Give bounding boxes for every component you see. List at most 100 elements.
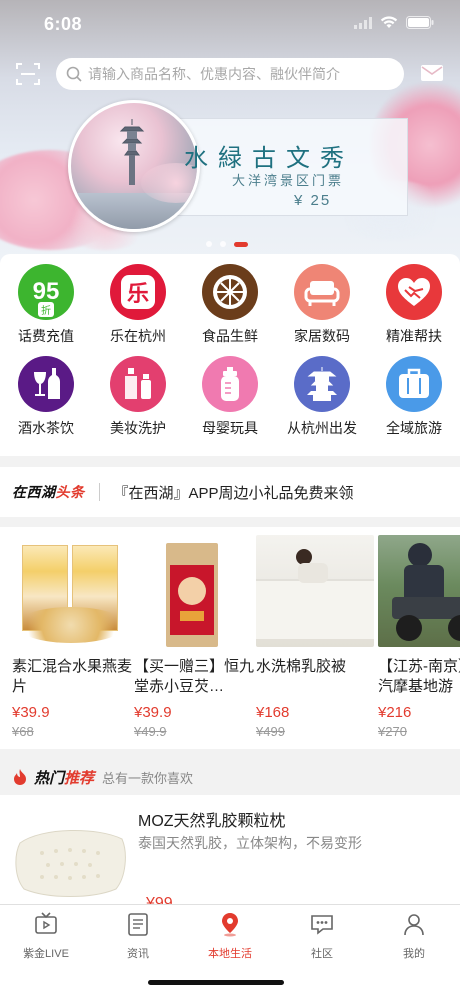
- tab-mine[interactable]: 我的: [368, 911, 460, 961]
- home-indicator[interactable]: [148, 980, 284, 985]
- tab-label: 资讯: [127, 948, 149, 960]
- baby-bottle-icon: [202, 356, 258, 412]
- tab-community[interactable]: 社区: [276, 911, 368, 961]
- product-price: ¥39.9: [12, 704, 50, 721]
- wine-icon: [18, 356, 74, 412]
- product-name: 【买一赠三】恒九堂赤小豆芡…: [134, 658, 254, 695]
- hot-recommend-title: 热门推荐: [34, 769, 95, 787]
- category-global-travel[interactable]: 全域旅游: [368, 356, 460, 438]
- banner-ticket: 水緑古文秀 大洋湾景区门票 ¥ 25: [68, 100, 412, 232]
- banner-title: 水緑古文秀: [184, 144, 354, 172]
- product-card[interactable]: 水洗棉乳胶被 ¥168 ¥499: [256, 535, 376, 739]
- tab-label: 本地生活: [208, 948, 252, 960]
- banner-subtitle: 大洋湾景区门票: [232, 173, 345, 188]
- category-label: 食品生鲜: [202, 328, 258, 344]
- headline-logo: 在西湖头条: [12, 484, 85, 500]
- product-original-price: ¥270: [378, 724, 407, 739]
- hot-recommend-header: 热门推荐 总有一款你喜欢: [0, 759, 460, 795]
- product-name: 水洗棉乳胶被: [256, 658, 347, 675]
- product-name: 【江苏-南京】山汽摩基地游: [378, 658, 460, 695]
- product-price: ¥39.9: [134, 704, 172, 721]
- product-card[interactable]: 【江苏-南京】山汽摩基地游 ¥216 ¥270: [378, 535, 460, 739]
- tab-label: 紫金LIVE: [23, 948, 69, 960]
- category-cosmetics[interactable]: 美妆洗护: [92, 356, 184, 438]
- carousel-dot[interactable]: [206, 241, 212, 247]
- recommend-description: 泰国天然乳胶，立体架构，不易变形: [138, 835, 362, 851]
- category-baby-toys[interactable]: 母婴玩具: [184, 356, 276, 438]
- status-time: 6:08: [44, 14, 83, 34]
- category-precision-aid[interactable]: 精准帮扶: [368, 264, 460, 346]
- product-carousel: 素汇混合水果燕麦片 ¥39.9 ¥68 【买一赠三】恒九堂赤小豆芡… ¥39.9…: [0, 527, 460, 749]
- tab-zijin-live[interactable]: 紫金LIVE: [0, 911, 92, 961]
- product-original-price: ¥49.9: [134, 724, 167, 739]
- wifi-icon: [380, 16, 398, 28]
- suitcase-icon: [386, 356, 442, 412]
- category-label: 话费充值: [18, 328, 74, 344]
- signal-icon: [354, 16, 372, 29]
- carousel-dot[interactable]: [220, 241, 226, 247]
- battery-icon: [406, 16, 434, 29]
- banner-price: ¥ 25: [294, 192, 332, 209]
- category-label: 美妆洗护: [110, 420, 166, 436]
- handshake-icon: [386, 264, 442, 320]
- product-image-atv: [378, 535, 460, 647]
- scan-icon[interactable]: [14, 60, 42, 88]
- headline-text[interactable]: 『在西湖』APP周边小礼品免费来领: [114, 482, 354, 503]
- tab-label: 我的: [403, 948, 425, 960]
- search-icon: [66, 66, 82, 82]
- product-price: ¥216: [378, 704, 412, 721]
- cosmetics-icon: [110, 356, 166, 412]
- category-label: 全域旅游: [386, 420, 442, 436]
- divider: [98, 483, 100, 501]
- product-original-price: ¥499: [256, 724, 285, 739]
- news-list-icon: [128, 913, 148, 936]
- status-bar: 6:08: [0, 0, 460, 46]
- orange-slice-icon: [202, 264, 258, 320]
- le-icon: 乐: [110, 264, 166, 320]
- person-icon: [404, 914, 424, 936]
- category-label: 酒水茶饮: [18, 420, 74, 436]
- product-image-oatmeal: [12, 535, 130, 647]
- category-label: 精准帮扶: [386, 328, 442, 344]
- tv-icon: [35, 912, 57, 934]
- category-phone-recharge[interactable]: 95 折 话费充值: [0, 264, 92, 346]
- fire-icon: [14, 769, 26, 785]
- product-original-price: ¥68: [12, 724, 34, 739]
- category-label: 母婴玩具: [202, 420, 258, 436]
- category-label: 家居数码: [294, 328, 350, 344]
- product-image-tea-bag: [134, 535, 252, 647]
- discount-95-icon: 95 折: [18, 264, 74, 320]
- category-fresh-food[interactable]: 食品生鲜: [184, 264, 276, 346]
- search-placeholder: 请输入商品名称、优惠内容、融伙伴简介: [88, 66, 340, 82]
- product-name: 素汇混合水果燕麦片: [12, 658, 132, 695]
- pagoda-icon: [294, 356, 350, 412]
- product-card[interactable]: 【买一赠三】恒九堂赤小豆芡… ¥39.9 ¥49.9: [134, 535, 254, 739]
- recommend-title: MOZ天然乳胶颗粒枕: [138, 813, 286, 830]
- hot-recommend-subtitle: 总有一款你喜欢: [102, 770, 194, 786]
- category-drinks[interactable]: 酒水茶饮: [0, 356, 92, 438]
- category-home-digital[interactable]: 家居数码: [276, 264, 368, 346]
- category-from-hangzhou[interactable]: 从杭州出发: [276, 356, 368, 438]
- product-price: ¥168: [256, 704, 290, 721]
- category-label: 乐在杭州: [110, 328, 166, 344]
- tab-label: 社区: [311, 948, 333, 960]
- chat-bubble-icon: [311, 915, 333, 935]
- carousel-indicator: [206, 241, 248, 247]
- sofa-icon: [294, 264, 350, 320]
- scenery-photo: [68, 100, 200, 232]
- mail-icon[interactable]: [420, 63, 444, 83]
- hero-banner[interactable]: 6:08 请输入商品名称、优惠内容、融伙伴简介 水緑古文秀 大洋湾景区门票 ¥ …: [0, 0, 460, 262]
- tab-local-life[interactable]: 本地生活: [184, 911, 276, 961]
- pillow-image: [15, 829, 126, 897]
- carousel-dot-active[interactable]: [234, 241, 248, 247]
- search-input[interactable]: 请输入商品名称、优惠内容、融伙伴简介: [56, 58, 404, 90]
- product-card[interactable]: 素汇混合水果燕麦片 ¥39.9 ¥68: [12, 535, 132, 739]
- tab-news[interactable]: 资讯: [92, 911, 184, 961]
- category-le-hangzhou[interactable]: 乐 乐在杭州: [92, 264, 184, 346]
- recommend-item[interactable]: MOZ天然乳胶颗粒枕 泰国天然乳胶，立体架构，不易变形 ¥99: [0, 795, 460, 905]
- location-pin-icon: [222, 913, 238, 937]
- product-image-quilt: [256, 535, 374, 647]
- category-grid: 95 折 话费充值 乐 乐在杭州 食品生鲜 家居数码 精准帮扶 酒水茶饮 美妆洗…: [0, 254, 460, 456]
- category-label: 从杭州出发: [287, 420, 357, 436]
- headline-ticker[interactable]: 在西湖头条 『在西湖』APP周边小礼品免费来领: [0, 467, 460, 517]
